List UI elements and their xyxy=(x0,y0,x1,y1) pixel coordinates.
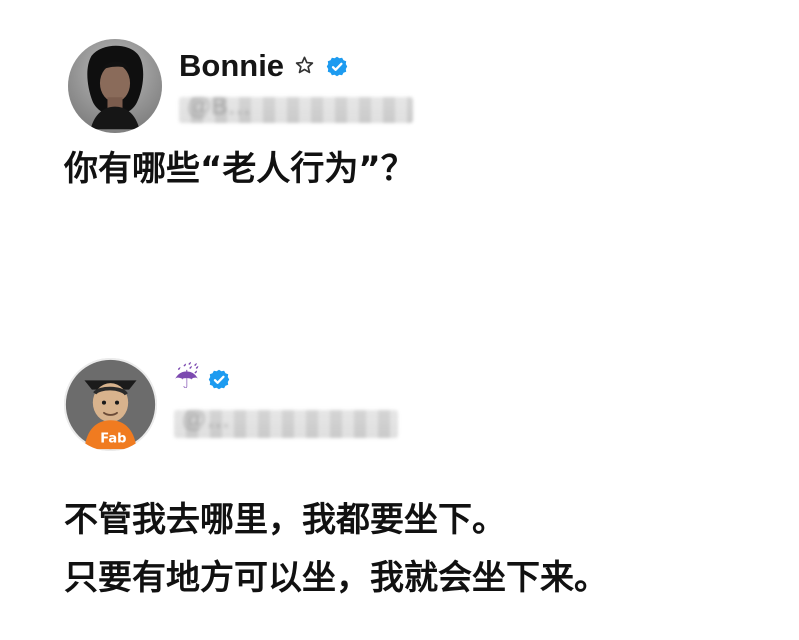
avatar-bonnie[interactable] xyxy=(68,39,162,133)
handle-blurred[interactable]: @… xyxy=(174,410,398,438)
avatar-second-user[interactable]: Fab xyxy=(64,358,157,451)
umbrella-display-name[interactable]: ☔ xyxy=(174,365,199,393)
handle-text: @B… xyxy=(187,97,252,120)
post-text-line-1: 不管我去哪里，我都要坐下。 xyxy=(64,500,506,540)
post-text: 你有哪些“老人行为”？ xyxy=(64,149,415,189)
handle-blurred[interactable]: @B… xyxy=(179,97,413,123)
author-row-bonnie: Bonnie xyxy=(179,50,349,81)
verified-badge-icon xyxy=(325,55,349,79)
verified-badge-icon xyxy=(207,368,231,392)
star-outline-icon xyxy=(292,54,317,79)
post-text-line-2: 只要有地方可以坐，我就会坐下来。 xyxy=(64,558,608,598)
svg-text:Fab: Fab xyxy=(100,432,126,447)
author-row-second-user: ☔ xyxy=(174,365,231,393)
display-name[interactable]: Bonnie xyxy=(179,50,284,81)
handle-text: @… xyxy=(182,410,231,433)
profile-photo-icon xyxy=(68,39,162,133)
cartoon-avatar-icon: Fab xyxy=(64,358,157,451)
